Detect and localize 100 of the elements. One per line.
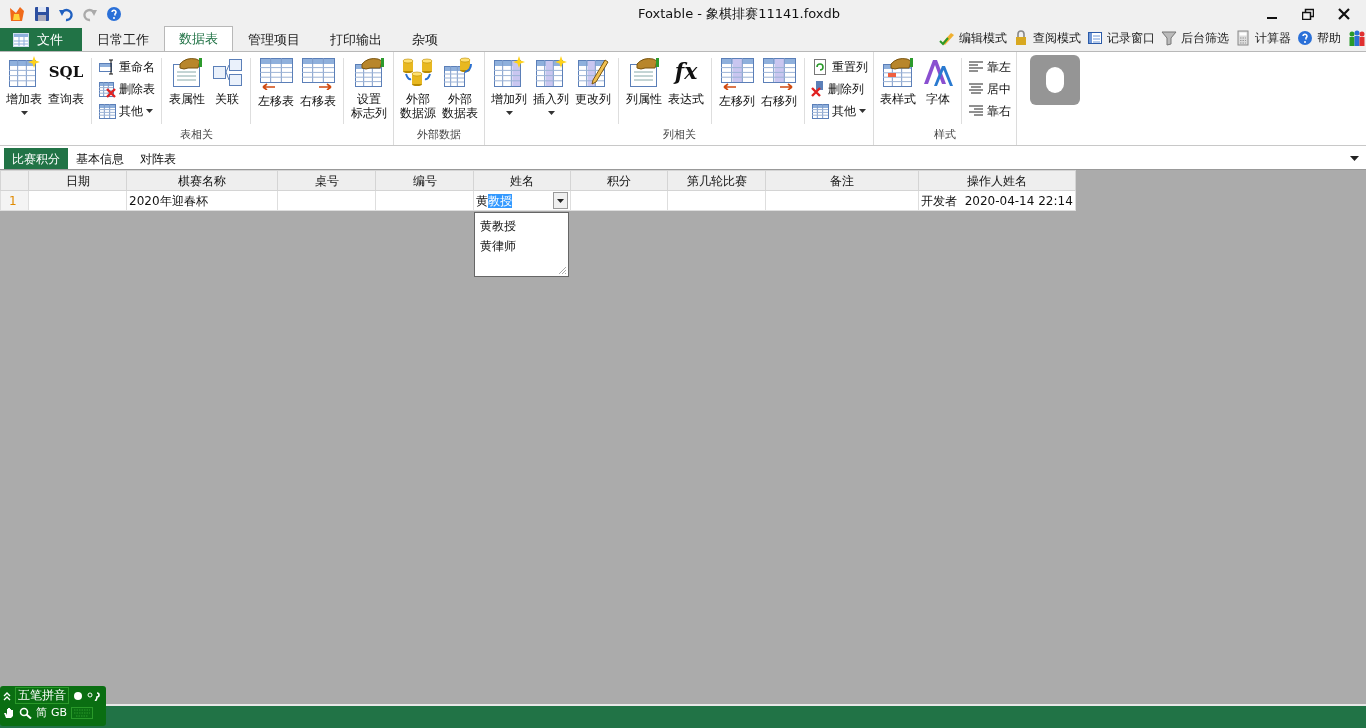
- ribbon-button[interactable]: 居中: [966, 78, 1013, 100]
- ribbon-button[interactable]: 表样式: [877, 56, 919, 106]
- ribbon-tab[interactable]: 数据表: [164, 26, 233, 51]
- ime-mode[interactable]: 五笔拼音: [15, 687, 69, 704]
- ribbon-button[interactable]: 重命名: [96, 56, 157, 78]
- column-right-arrow-icon: [762, 56, 796, 90]
- column-header[interactable]: 桌号: [277, 170, 376, 191]
- column-left-arrow-icon: [720, 56, 754, 90]
- align-right-icon: [968, 104, 984, 118]
- database-arrows-icon: [401, 56, 435, 88]
- punctuation-icon[interactable]: [87, 690, 101, 701]
- column-star-icon: [493, 56, 525, 88]
- group-title: 外部数据: [416, 126, 462, 143]
- dropdown-option[interactable]: 黄教授: [475, 216, 568, 236]
- column-header[interactable]: 积分: [570, 170, 668, 191]
- ribbon-button[interactable]: 设置 标志列: [348, 56, 390, 120]
- table-star-icon: [8, 56, 40, 88]
- ribbon-button[interactable]: 重置列: [809, 56, 870, 78]
- resize-grip-icon: [557, 265, 567, 275]
- sheet-tab[interactable]: 基本信息: [68, 148, 132, 169]
- ribbon-button[interactable]: 增加列: [488, 56, 530, 115]
- ribbon-button[interactable]: 外部 数据源: [397, 56, 439, 120]
- ribbon-tab[interactable]: 管理项目: [233, 27, 315, 51]
- toolbar-button[interactable]: 记录窗口: [1084, 29, 1158, 47]
- column-header[interactable]: 姓名: [473, 170, 571, 191]
- ribbon-tab[interactable]: 日常工作: [82, 27, 164, 51]
- close-icon[interactable]: [1338, 8, 1350, 20]
- column-header[interactable]: 棋赛名称: [126, 170, 278, 191]
- search-icon[interactable]: [19, 706, 32, 719]
- column-delete-icon: [811, 81, 825, 97]
- ribbon-button[interactable]: 删除列: [809, 78, 870, 100]
- help-icon[interactable]: [106, 6, 122, 22]
- ribbon-button[interactable]: 靠左: [966, 56, 1013, 78]
- table-icon: [13, 32, 29, 47]
- column-header[interactable]: 操作人姓名: [918, 170, 1076, 191]
- toolbar-button[interactable]: 帮助: [1294, 29, 1344, 47]
- sheet-tab[interactable]: 对阵表: [132, 148, 184, 169]
- column-header[interactable]: 编号: [375, 170, 474, 191]
- help-icon: [1297, 30, 1313, 46]
- column-star-icon: [535, 56, 567, 88]
- ribbon-button[interactable]: 其他: [809, 100, 870, 122]
- column-header[interactable]: 日期: [28, 170, 127, 191]
- full-width-dot-icon[interactable]: [73, 690, 83, 701]
- sheet-tab[interactable]: 比赛积分: [4, 148, 68, 169]
- ribbon-button[interactable]: 关联: [208, 56, 246, 106]
- column-header[interactable]: 备注: [765, 170, 919, 191]
- ribbon-button[interactable]: 左移表: [255, 56, 297, 108]
- restore-icon[interactable]: [1302, 8, 1314, 20]
- ribbon-button[interactable]: 靠右: [966, 100, 1013, 122]
- table-hand-icon: [170, 56, 204, 88]
- ribbon-button[interactable]: 其他: [96, 100, 157, 122]
- toolbar-button[interactable]: 编辑模式: [936, 29, 1010, 47]
- dropdown-button[interactable]: [553, 192, 568, 209]
- ime-script[interactable]: 简: [36, 704, 47, 721]
- ribbon-tab[interactable]: 杂项: [397, 27, 453, 51]
- ribbon-button[interactable]: 表属性: [166, 56, 208, 106]
- ribbon-button[interactable]: fx 表达式: [665, 56, 707, 106]
- ribbon-button[interactable]: 增加表: [3, 56, 45, 115]
- ribbon-button[interactable]: 右移表: [297, 56, 339, 108]
- dropdown-option[interactable]: 黄律师: [475, 236, 568, 256]
- table-hand-icon: [627, 56, 661, 88]
- ribbon-button[interactable]: 右移列: [758, 56, 800, 108]
- ribbon-button[interactable]: 字体: [919, 56, 957, 106]
- table-icon: [811, 102, 829, 120]
- align-center-icon: [968, 82, 984, 96]
- table-style-icon: [881, 56, 915, 88]
- ribbon-button[interactable]: 删除表: [96, 78, 157, 100]
- ribbon-button[interactable]: 外部 数据表: [439, 56, 481, 120]
- group-title: 表相关: [179, 126, 214, 143]
- ribbon-button[interactable]: SQL 查询表: [45, 56, 87, 106]
- ribbon-button[interactable]: 左移列: [716, 56, 758, 108]
- ime-charset[interactable]: GB: [51, 704, 68, 721]
- sql-label: SQL: [48, 62, 84, 83]
- caret-icon: [557, 198, 564, 203]
- toolbar-button[interactable]: 计算器: [1232, 29, 1294, 47]
- linked-tables-icon: [211, 56, 243, 88]
- table-left-arrow-icon: [259, 56, 293, 90]
- column-header[interactable]: 第几轮比赛: [667, 170, 766, 191]
- window-title: Foxtable - 象棋排赛11141.foxdb: [637, 5, 841, 24]
- toolbar-button[interactable]: 后台筛选: [1158, 29, 1232, 47]
- ribbon-button[interactable]: 列属性: [623, 56, 665, 106]
- calculator-icon: [1235, 30, 1251, 46]
- ribbon-tab[interactable]: 打印输出: [315, 27, 397, 51]
- save-icon[interactable]: [34, 6, 50, 22]
- mouse-icon: [1044, 66, 1066, 94]
- ribbon-button[interactable]: 插入列: [530, 56, 572, 115]
- group-title: 样式: [933, 126, 957, 143]
- undo-icon[interactable]: [58, 6, 74, 22]
- dropdown-arrow-icon[interactable]: [1350, 156, 1359, 161]
- people-icon[interactable]: [1348, 29, 1366, 47]
- table-rename-icon: [98, 58, 116, 76]
- double-caret-icon[interactable]: [3, 690, 11, 701]
- table-right-arrow-icon: [301, 56, 335, 90]
- table-cell: 开发者 2020-04-14 22:14: [918, 190, 1076, 211]
- table-icon: [98, 102, 116, 120]
- ribbon-button[interactable]: 更改列: [572, 56, 614, 106]
- toolbar-button[interactable]: 查阅模式: [1010, 29, 1084, 47]
- align-left-icon: [968, 60, 984, 74]
- hand-icon[interactable]: [3, 706, 15, 719]
- file-menu-button[interactable]: 文件: [0, 27, 82, 51]
